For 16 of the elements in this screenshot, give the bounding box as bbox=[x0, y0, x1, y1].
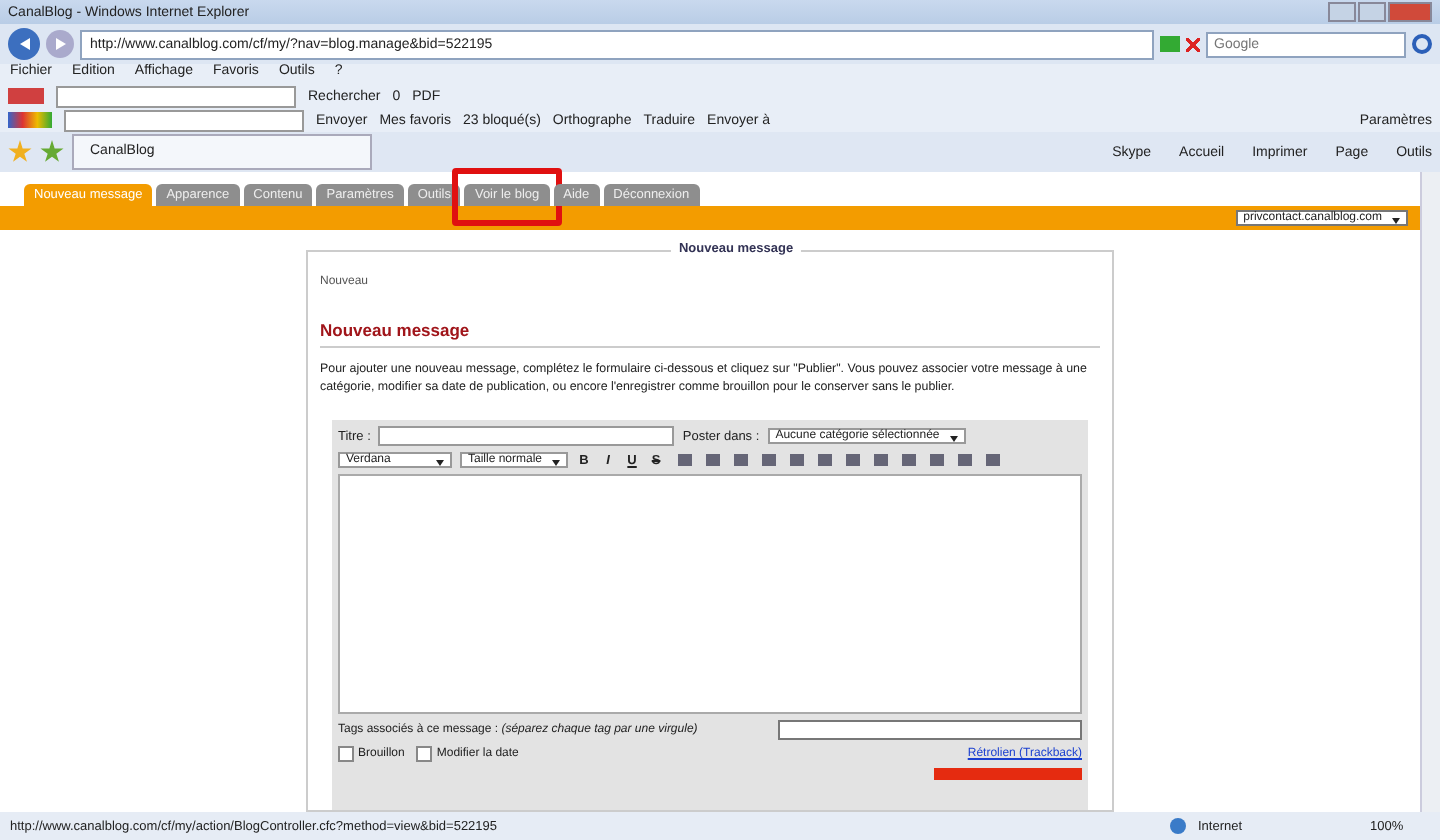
back-button[interactable] bbox=[8, 28, 40, 60]
checkbox[interactable] bbox=[416, 746, 433, 762]
toolbar-search-field[interactable] bbox=[56, 85, 296, 107]
minimize-button[interactable] bbox=[1328, 2, 1356, 22]
editor-area[interactable] bbox=[338, 474, 1082, 714]
maximize-button[interactable] bbox=[1358, 2, 1386, 22]
add-favorite-icon[interactable] bbox=[40, 140, 64, 164]
heading: Nouveau message bbox=[320, 320, 1100, 348]
globe-icon bbox=[1170, 818, 1186, 834]
tags-field[interactable] bbox=[778, 720, 1082, 740]
stop-icon[interactable] bbox=[1186, 37, 1200, 51]
title-field[interactable] bbox=[378, 426, 675, 446]
google-search-field[interactable] bbox=[64, 109, 304, 131]
checkbox[interactable] bbox=[338, 746, 354, 762]
forward-button[interactable] bbox=[46, 30, 74, 58]
scrollbar[interactable] bbox=[1420, 172, 1440, 812]
